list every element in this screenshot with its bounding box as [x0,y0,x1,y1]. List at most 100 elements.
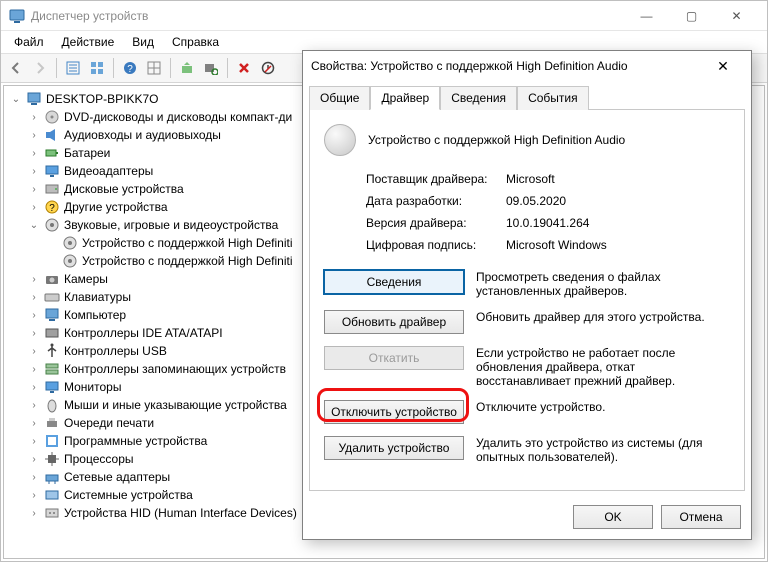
computer-icon [26,91,42,107]
cancel-button[interactable]: Отмена [661,505,741,529]
device-category-icon [44,145,60,161]
dialog-title: Свойства: Устройство с поддержкой High D… [311,59,628,73]
tree-item-label: Контроллеры запоминающих устройств [64,362,286,376]
device-category-icon [44,433,60,449]
tree-item-label: DVD-дисководы и дисководы компакт-ди [64,110,292,124]
tree-leaf-label: Устройство с поддержкой High Definiti [82,236,293,250]
device-name: Устройство с поддержкой High Definition … [368,133,625,147]
menu-view[interactable]: Вид [125,33,161,51]
disable-device-button[interactable]: Отключить устройство [324,400,464,424]
speaker-icon [62,235,78,251]
device-category-icon [44,451,60,467]
grid1-icon[interactable] [86,57,108,79]
speaker-icon [44,217,60,233]
tree-item-label: Мыши и иные указывающие устройства [64,398,287,412]
device-category-icon [44,127,60,143]
properties-icon[interactable] [62,57,84,79]
svg-text:?: ? [49,203,55,214]
tree-leaf-label: Устройство с поддержкой High Definiti [82,254,293,268]
device-category-icon [44,361,60,377]
device-category-icon [44,379,60,395]
device-category-icon [44,325,60,341]
tree-item-label: Клавиатуры [64,290,131,304]
device-category-icon [44,289,60,305]
help-icon[interactable]: ? [119,57,141,79]
scan-hardware-icon[interactable] [200,57,222,79]
device-category-icon [44,109,60,125]
provider-label: Поставщик драйвера: [366,172,506,186]
tree-item-label: Контроллеры USB [64,344,167,358]
device-category-icon [44,163,60,179]
maximize-button[interactable]: ▢ [669,1,714,30]
provider-value: Microsoft [506,172,730,186]
uninstall-icon[interactable] [233,57,255,79]
tree-item-label: Видеоадаптеры [64,164,153,178]
update-driver-desc: Обновить драйвер для этого устройства. [476,310,730,324]
tree-item-label: Мониторы [64,380,121,394]
tree-item-label: Аудиовходы и аудиовыходы [64,128,221,142]
tab-general[interactable]: Общие [309,86,370,110]
tree-item-label: Дисковые устройства [64,182,184,196]
tree-item-label: Системные устройства [64,488,193,502]
update-driver-button[interactable]: Обновить драйвер [324,310,464,334]
menu-action[interactable]: Действие [55,33,122,51]
device-category-icon [44,469,60,485]
sign-label: Цифровая подпись: [366,238,506,252]
tree-item-label: Устройства HID (Human Interface Devices) [64,506,297,520]
device-category-icon [44,397,60,413]
forward-button[interactable] [29,57,51,79]
update-driver-icon[interactable] [176,57,198,79]
tree-item-label: Контроллеры IDE ATA/ATAPI [64,326,223,340]
date-value: 09.05.2020 [506,194,730,208]
dialog-titlebar[interactable]: Свойства: Устройство с поддержкой High D… [303,51,751,81]
tree-item-label: Очереди печати [64,416,154,430]
disable-device-desc: Отключите устройство. [476,400,730,414]
rollback-driver-button[interactable]: Откатить [324,346,464,370]
device-category-icon [44,181,60,197]
grid2-icon[interactable] [143,57,165,79]
uninstall-device-button[interactable]: Удалить устройство [324,436,464,460]
tab-panel-driver: Устройство с поддержкой High Definition … [309,109,745,491]
menu-file[interactable]: Файл [7,33,51,51]
device-category-icon [44,271,60,287]
version-value: 10.0.19041.264 [506,216,730,230]
date-label: Дата разработки: [366,194,506,208]
tab-driver[interactable]: Драйвер [370,86,440,110]
disable-icon[interactable] [257,57,279,79]
menu-help[interactable]: Справка [165,33,226,51]
dialog-close-button[interactable]: ✕ [703,58,743,75]
tree-item-label: Компьютер [64,308,126,322]
device-category-icon [44,415,60,431]
version-label: Версия драйвера: [366,216,506,230]
minimize-button[interactable]: — [624,1,669,30]
svg-text:?: ? [127,64,133,75]
tree-item-label: Другие устройства [64,200,168,214]
tab-events[interactable]: События [517,86,589,110]
sign-value: Microsoft Windows [506,238,730,252]
tree-item-label: Процессоры [64,452,134,466]
device-category-icon [44,505,60,521]
device-category-icon [44,487,60,503]
ok-button[interactable]: OK [573,505,653,529]
device-category-icon [44,307,60,323]
uninstall-device-desc: Удалить это устройство из системы (для о… [476,436,730,464]
tree-item-label: Батареи [64,146,110,160]
tab-details[interactable]: Сведения [440,86,517,110]
tree-root-label: DESKTOP-BPIKK7O [46,92,158,106]
window-title: Диспетчер устройств [31,9,148,23]
tree-item-label: Камеры [64,272,108,286]
driver-details-desc: Просмотреть сведения о файлах установлен… [476,270,730,298]
driver-details-button[interactable]: Сведения [324,270,464,294]
speaker-icon [324,124,356,156]
tree-item-label: Программные устройства [64,434,207,448]
device-category-icon [44,343,60,359]
speaker-icon [62,253,78,269]
close-button[interactable]: ✕ [714,1,759,30]
back-button[interactable] [5,57,27,79]
tabstrip: Общие Драйвер Сведения События [303,85,751,109]
titlebar[interactable]: Диспетчер устройств — ▢ ✕ [1,1,767,31]
device-category-icon: ? [44,199,60,215]
tree-item-label: Сетевые адаптеры [64,470,170,484]
app-icon [9,8,25,24]
properties-dialog: Свойства: Устройство с поддержкой High D… [302,50,752,540]
